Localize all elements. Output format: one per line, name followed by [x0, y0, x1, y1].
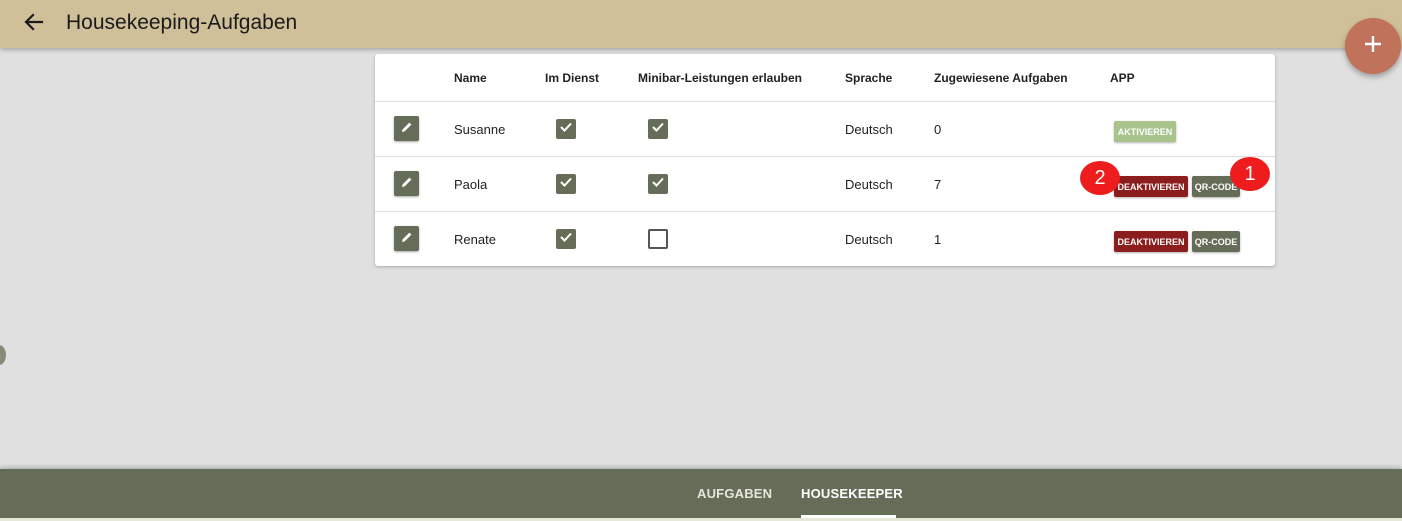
on-duty-checkbox[interactable] — [556, 119, 576, 139]
minibar-checkbox[interactable] — [648, 229, 668, 249]
column-header-app: APP — [1110, 71, 1135, 85]
language-value: Deutsch — [845, 232, 893, 247]
pencil-icon — [401, 175, 413, 193]
check-icon — [559, 120, 573, 139]
activate-button[interactable]: AKTIVIEREN — [1114, 121, 1176, 142]
deactivate-button[interactable]: DEAKTIVIEREN — [1114, 176, 1188, 197]
column-header-name: Name — [454, 71, 487, 85]
edit-button[interactable] — [394, 116, 419, 141]
pencil-icon — [401, 120, 413, 138]
housekeeper-name: Susanne — [454, 122, 506, 137]
assigned-tasks-value: 1 — [934, 232, 942, 247]
side-drawer-handle[interactable] — [0, 345, 6, 365]
assigned-tasks-value: 7 — [934, 177, 942, 192]
back-button[interactable] — [20, 10, 48, 38]
column-header-on-duty: Im Dienst — [545, 71, 600, 85]
assigned-tasks-value: 0 — [934, 122, 942, 137]
check-icon — [651, 120, 665, 139]
check-icon — [559, 230, 573, 249]
table-row: Susanne Deutsch 0 AKTIVIEREN — [375, 101, 1275, 157]
edit-button[interactable] — [394, 226, 419, 251]
page-title: Housekeeping-Aufgaben — [66, 11, 298, 34]
deactivate-button[interactable]: DEAKTIVIEREN — [1114, 231, 1188, 252]
app-bar: Housekeeping-Aufgaben — [0, 0, 1402, 48]
minibar-checkbox[interactable] — [648, 119, 668, 139]
on-duty-checkbox[interactable] — [556, 174, 576, 194]
tab-aufgaben[interactable]: AUFGABEN — [697, 486, 772, 501]
bottom-navigation: AUFGABEN HOUSEKEEPER — [0, 469, 1402, 518]
plus-icon — [1363, 34, 1383, 59]
annotation-badge-2: 2 — [1080, 161, 1120, 195]
language-value: Deutsch — [845, 177, 893, 192]
edit-button[interactable] — [394, 171, 419, 196]
column-header-minibar: Minibar-Leistungen erlauben — [638, 71, 803, 85]
annotation-badge-1: 1 — [1230, 157, 1270, 191]
table-row: Paola Deutsch 7 DEAKTIVIEREN QR-CODE — [375, 156, 1275, 212]
add-housekeeper-button[interactable] — [1345, 18, 1401, 74]
minibar-checkbox[interactable] — [648, 174, 668, 194]
column-header-assigned-tasks: Zugewiesene Aufgaben — [934, 71, 1068, 85]
qr-code-button[interactable]: QR-CODE — [1192, 231, 1240, 252]
language-value: Deutsch — [845, 122, 893, 137]
table-row: Renate Deutsch 1 DEAKTIVIEREN QR-CODE — [375, 211, 1275, 267]
tab-housekeeper[interactable]: HOUSEKEEPER — [801, 486, 903, 501]
arrow-left-icon — [24, 12, 44, 37]
housekeeper-table: Name Im Dienst Minibar-Leistungen erlaub… — [375, 54, 1275, 266]
check-icon — [559, 175, 573, 194]
housekeeper-name: Renate — [454, 232, 496, 247]
column-header-language: Sprache — [845, 71, 893, 85]
on-duty-checkbox[interactable] — [556, 229, 576, 249]
housekeeper-name: Paola — [454, 177, 488, 192]
pencil-icon — [401, 230, 413, 248]
check-icon — [651, 175, 665, 194]
